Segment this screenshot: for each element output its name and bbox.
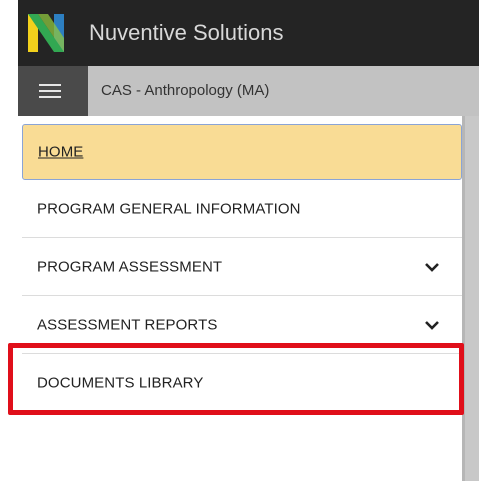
hamburger-menu-button[interactable]	[18, 66, 88, 116]
nav-item-program-assessment[interactable]: PROGRAM ASSESSMENT	[22, 238, 462, 296]
nav-item-label: ASSESSMENT REPORTS	[37, 316, 218, 333]
nuventive-logo-icon	[28, 14, 64, 52]
nav-item-label[interactable]: HOME	[38, 144, 83, 161]
nav-item-home[interactable]: HOME	[22, 124, 462, 180]
top-bar: Nuventive Solutions	[0, 0, 479, 66]
nav-item-assessment-reports[interactable]: ASSESSMENT REPORTS	[22, 296, 462, 354]
nav-item-program-general-information[interactable]: PROGRAM GENERAL INFORMATION	[22, 180, 462, 238]
app-frame: Nuventive Solutions CAS - Anthropology (…	[0, 0, 479, 481]
left-edge	[0, 0, 18, 66]
nav-item-documents-library[interactable]: DOCUMENTS LIBRARY	[22, 354, 462, 412]
nav-item-label: PROGRAM ASSESSMENT	[37, 258, 223, 275]
program-title: CAS - Anthropology (MA)	[101, 82, 270, 99]
program-bar: CAS - Anthropology (MA)	[0, 66, 479, 116]
chevron-down-icon[interactable]	[424, 262, 440, 272]
app-title: Nuventive Solutions	[89, 20, 284, 45]
panel-shadow	[462, 116, 465, 481]
navigation-menu: HOME PROGRAM GENERAL INFORMATION PROGRAM…	[22, 124, 462, 412]
chevron-down-icon[interactable]	[424, 320, 440, 330]
left-edge	[0, 66, 18, 116]
nav-item-label: DOCUMENTS LIBRARY	[37, 374, 204, 391]
nav-item-label: PROGRAM GENERAL INFORMATION	[37, 200, 301, 217]
